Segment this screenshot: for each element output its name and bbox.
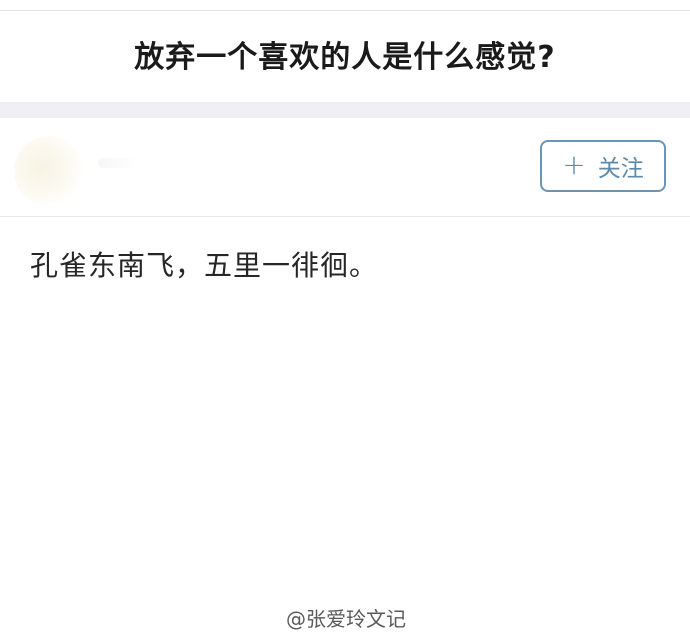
question-title[interactable]: 放弃一个喜欢的人是什么感觉? — [0, 30, 690, 86]
follow-button[interactable]: + 关注 — [540, 140, 666, 192]
row-divider — [0, 216, 690, 217]
answer-text: 孔雀东南飞，五里一徘徊。 — [30, 249, 379, 282]
top-divider — [0, 10, 690, 11]
section-separator — [0, 102, 690, 118]
watermark: @张爱玲文记 — [286, 607, 406, 631]
page: 放弃一个喜欢的人是什么感觉? + 关注 孔雀东南飞，五里一徘徊。 @张爱玲文记 — [0, 0, 690, 638]
plus-icon: + — [562, 148, 586, 181]
avatar[interactable] — [14, 136, 84, 206]
author-row: + 关注 — [0, 118, 690, 216]
follow-label: 关注 — [597, 156, 644, 182]
author-name[interactable] — [98, 158, 138, 168]
